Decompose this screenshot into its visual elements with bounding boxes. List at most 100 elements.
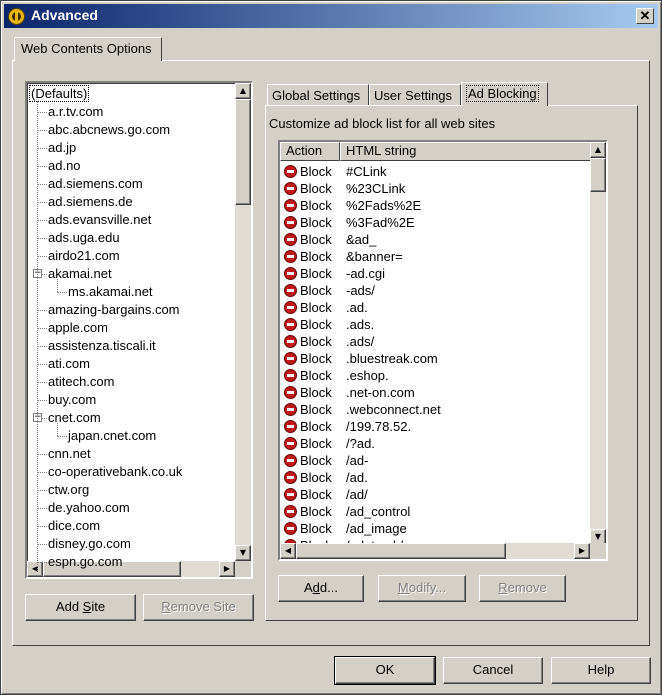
tab-web-contents-options[interactable]: Web Contents Options [14, 37, 162, 61]
ad-rule-row[interactable]: Block .ads/ [280, 333, 592, 350]
ad-rule-row[interactable]: Block &banner= [280, 248, 592, 265]
ad-rule-row[interactable]: Block &ad_ [280, 231, 592, 248]
ad-rule-row[interactable]: Block .eshop. [280, 367, 592, 384]
column-header-html-string[interactable]: HTML string [340, 142, 592, 161]
ad-rule-row[interactable]: Block %2Fads%2E [280, 197, 592, 214]
site-tree-item-label: ad.no [48, 158, 81, 173]
remove-rule-button[interactable]: Remove [479, 575, 566, 602]
help-button[interactable]: Help [551, 657, 651, 684]
site-tree-item[interactable]: amazing-bargains.com [48, 301, 180, 319]
ad-rule-row[interactable]: Block/ad/ [280, 486, 592, 503]
site-tree-item[interactable]: ad.jp [48, 139, 76, 157]
site-tree-item-label: ads.evansville.net [48, 212, 152, 227]
site-tree-item[interactable]: assistenza.tiscali.it [48, 337, 156, 355]
ad-rule-row[interactable]: Block/ad_image [280, 520, 592, 537]
close-icon[interactable]: ✕ [636, 8, 654, 24]
stop-icon [284, 199, 297, 212]
site-tree-item[interactable]: ms.akamai.net [68, 283, 153, 301]
cancel-button[interactable]: Cancel [443, 657, 543, 684]
ad-rule-row[interactable]: Block /?ad. [280, 435, 592, 452]
site-tree-item[interactable]: airdo21.com [48, 247, 120, 265]
column-header-action[interactable]: Action [280, 142, 340, 161]
scroll-right-icon[interactable]: ▶ [574, 543, 590, 559]
ad-rule-row[interactable]: Block #CLink [280, 163, 592, 180]
site-tree-item-label: buy.com [48, 392, 97, 407]
site-tree-item[interactable]: de.yahoo.com [48, 499, 130, 517]
tab-global-settings[interactable]: Global Settings [267, 84, 369, 106]
tree-connector [37, 184, 47, 185]
site-tree[interactable]: ▲ ▼ ◀ ▶ (Defaults) a.r.tv.com abc.abcnews.… [25, 81, 253, 579]
add-rule-button[interactable]: Add... [278, 575, 364, 602]
site-tree-item[interactable]: ad.siemens.de [48, 193, 133, 211]
remove-site-button[interactable]: Remove Site [143, 594, 254, 621]
stop-icon [284, 522, 297, 535]
ad-block-list[interactable]: Action HTML string Block/ad_track/Block/… [278, 140, 608, 561]
site-tree-vscroll[interactable]: ▲ ▼ [235, 83, 251, 561]
rule-action: Block [300, 198, 332, 213]
site-tree-item[interactable]: ati.com [48, 355, 90, 373]
scroll-thumb[interactable] [235, 99, 251, 205]
ad-block-description: Customize ad block list for all web site… [269, 116, 496, 131]
ok-button[interactable]: OK [334, 656, 436, 685]
site-tree-item[interactable]: dice.com [48, 517, 100, 535]
site-tree-item[interactable]: japan.cnet.com [68, 427, 156, 445]
scroll-up-icon[interactable]: ▲ [235, 83, 251, 99]
site-tree-item[interactable]: ad.siemens.com [48, 175, 143, 193]
ad-rule-row[interactable]: Block -ad.cgi [280, 265, 592, 282]
ad-list-hscroll[interactable]: ◀ ▶ [280, 543, 590, 559]
hscroll-thumb[interactable] [296, 543, 506, 559]
site-tree-item[interactable]: ads.uga.edu [48, 229, 120, 247]
ad-rule-row[interactable]: Block .net-on.com [280, 384, 592, 401]
site-tree-item[interactable]: apple.com [48, 319, 108, 337]
title-bar[interactable]: Advanced ✕ [4, 4, 658, 28]
site-tree-item[interactable]: cnn.net [48, 445, 91, 463]
site-tree-item[interactable]: buy.com [48, 391, 96, 409]
site-tree-item[interactable]: atitech.com [48, 373, 114, 391]
site-tree-item[interactable]: ads.evansville.net [48, 211, 151, 229]
scroll-thumb[interactable] [590, 158, 606, 192]
remove-rule-label: emove [507, 580, 547, 595]
site-tree-item-label: ctw.org [48, 482, 90, 497]
scroll-right-icon[interactable]: ▶ [219, 561, 235, 577]
ad-rule-row[interactable]: Block/199.78.52. [280, 418, 592, 435]
site-tree-item[interactable]: cnet.com [48, 409, 101, 427]
ad-rule-row[interactable]: Block %3Fad%2E [280, 214, 592, 231]
scroll-up-icon[interactable]: ▲ [590, 142, 606, 158]
ad-rule-row[interactable]: Block/ad. [280, 469, 592, 486]
site-tree-item[interactable]: disney.go.com [48, 535, 131, 553]
site-tree-item-label: japan.cnet.com [68, 428, 157, 443]
ad-rule-row[interactable]: Block .ad. [280, 299, 592, 316]
tree-connector [57, 436, 67, 437]
ad-rule-row[interactable]: Block .bluestreak.com [280, 350, 592, 367]
ad-list-vscroll[interactable]: ▲ ▼ [590, 142, 606, 545]
scroll-corner [235, 561, 251, 577]
scroll-down-icon[interactable]: ▼ [235, 545, 251, 561]
modify-rule-button[interactable]: Modify... [378, 575, 466, 602]
ad-rule-row[interactable]: Block .webconnect.net [280, 401, 592, 418]
ad-rule-row[interactable]: Block .ads. [280, 316, 592, 333]
add-rule-label-post: d... [319, 580, 338, 595]
site-tree-item[interactable]: ad.no [48, 157, 81, 175]
rule-action: Block [300, 266, 332, 281]
ad-rule-row[interactable]: Block -ads/ [280, 282, 592, 299]
stop-icon [284, 318, 297, 331]
site-tree-item[interactable]: co-operativebank.co.uk [48, 463, 182, 481]
site-tree-item[interactable]: espn.go.com [48, 553, 122, 571]
site-tree-item[interactable]: (Defaults) [29, 85, 90, 103]
tab-user-settings[interactable]: User Settings [369, 84, 461, 106]
rule-html-string: .ads/ [346, 334, 375, 349]
scroll-left-icon[interactable]: ◀ [280, 543, 296, 559]
site-tree-item-label: disney.go.com [48, 536, 131, 551]
ad-rule-row[interactable]: Block/ad_control [280, 503, 592, 520]
site-tree-item[interactable]: ctw.org [48, 481, 89, 499]
rule-action: Block [300, 419, 332, 434]
scroll-left-icon[interactable]: ◀ [27, 561, 43, 577]
tab-ad-blocking[interactable]: Ad Blocking [461, 82, 548, 106]
add-site-button[interactable]: Add Site [25, 594, 136, 621]
site-tree-item-label: a.r.tv.com [48, 104, 104, 119]
site-tree-item[interactable]: a.r.tv.com [48, 103, 103, 121]
ad-rule-row[interactable]: Block %23CLink [280, 180, 592, 197]
tab-ad-blocking-label: Ad Blocking [466, 85, 539, 102]
site-tree-item[interactable]: abc.abcnews.go.com [48, 121, 170, 139]
ad-rule-row[interactable]: Block/ad- [280, 452, 592, 469]
